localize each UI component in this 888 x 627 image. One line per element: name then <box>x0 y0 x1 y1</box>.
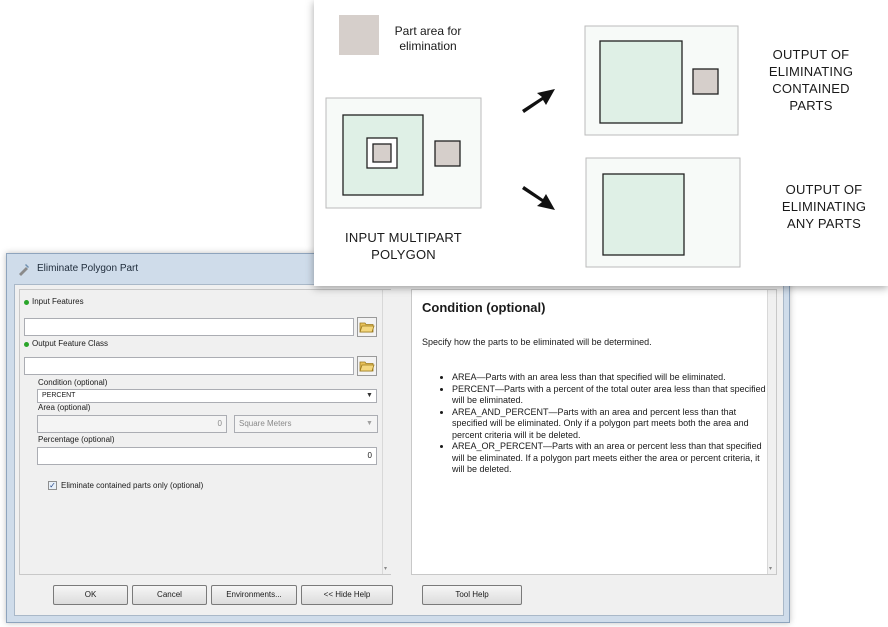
input-polygon-label: INPUT MULTIPART POLYGON <box>345 230 462 262</box>
cancel-button[interactable]: Cancel <box>132 585 207 605</box>
help-item-area-and-percent: AREA_AND_PERCENT—Parts with an area and … <box>452 407 774 442</box>
help-list: AREA—Parts with an area less than that s… <box>440 372 774 476</box>
dialog-body: Input Features Output Feature Class Cond… <box>14 284 784 616</box>
output-feature-class-field[interactable] <box>24 357 354 375</box>
help-item-percent: PERCENT—Parts with a percent of the tota… <box>452 384 774 407</box>
eliminate-polygon-part-dialog: Eliminate Polygon Part Input Features Ou… <box>6 253 790 623</box>
tool-help-button[interactable]: Tool Help <box>422 585 522 605</box>
legend-swatch <box>339 15 379 55</box>
area-unit-select[interactable]: Square Meters <box>234 415 378 433</box>
percentage-field[interactable]: 0 <box>37 447 377 465</box>
condition-select[interactable]: PERCENT <box>37 389 377 403</box>
hide-help-button[interactable]: << Hide Help <box>301 585 393 605</box>
area-label: Area (optional) <box>38 403 91 412</box>
tool-icon <box>19 264 29 276</box>
input-contained-part <box>372 143 392 163</box>
legend-label: Part area for elimination <box>394 24 462 53</box>
scroll-down-arrow-icon[interactable]: ▾ <box>384 565 387 572</box>
output-contained-outer-part <box>599 40 683 124</box>
area-value: 0 <box>217 419 222 428</box>
ok-button[interactable]: OK <box>53 585 128 605</box>
eliminate-contained-label: Eliminate contained parts only (optional… <box>61 481 204 490</box>
condition-label: Condition (optional) <box>38 378 108 387</box>
parameters-panel: Input Features Output Feature Class Cond… <box>19 289 391 575</box>
help-title: Condition (optional) <box>422 300 546 315</box>
input-features-label: Input Features <box>32 297 84 306</box>
arrow-to-contained-output <box>522 89 555 113</box>
output-any-label: OUTPUT OF ELIMINATING ANY PARTS <box>781 182 867 231</box>
area-field[interactable]: 0 <box>37 415 227 433</box>
input-separate-part <box>434 140 461 167</box>
required-dot-icon <box>24 342 29 347</box>
help-item-area-or-percent: AREA_OR_PERCENT—Parts with an area or pe… <box>452 441 774 476</box>
output-contained-separate-part <box>692 68 719 95</box>
browse-folder-icon[interactable] <box>357 317 377 337</box>
help-item-area: AREA—Parts with an area less than that s… <box>452 372 774 384</box>
percentage-value: 0 <box>367 451 372 460</box>
input-features-field[interactable] <box>24 318 354 336</box>
help-scrollbar[interactable]: ▾ <box>767 290 776 574</box>
condition-value: PERCENT <box>42 392 76 399</box>
percentage-label: Percentage (optional) <box>38 435 115 444</box>
browse-folder-icon[interactable] <box>357 356 377 376</box>
arrow-to-any-output <box>522 186 555 210</box>
output-feature-class-label: Output Feature Class <box>32 339 109 348</box>
dialog-title: Eliminate Polygon Part <box>37 263 139 274</box>
help-description: Specify how the parts to be eliminated w… <box>422 337 652 347</box>
environments-button[interactable]: Environments... <box>211 585 297 605</box>
output-any-outer-part <box>602 173 685 256</box>
required-dot-icon <box>24 300 29 305</box>
dropdown-arrow-icon[interactable]: ▼ <box>366 420 373 427</box>
scroll-down-arrow-icon[interactable]: ▾ <box>769 565 772 572</box>
help-panel: Condition (optional) Specify how the par… <box>411 289 777 575</box>
dropdown-arrow-icon[interactable]: ▼ <box>366 392 373 399</box>
parameters-scrollbar[interactable]: ▾ <box>382 290 391 574</box>
output-contained-label: OUTPUT OF ELIMINATING CONTAINED PARTS <box>768 47 854 113</box>
elimination-diagram: Part area for elimination INPUT MULTIPAR… <box>314 0 888 286</box>
area-unit-value: Square Meters <box>239 419 292 428</box>
eliminate-contained-checkbox[interactable]: ✓ <box>48 481 57 490</box>
